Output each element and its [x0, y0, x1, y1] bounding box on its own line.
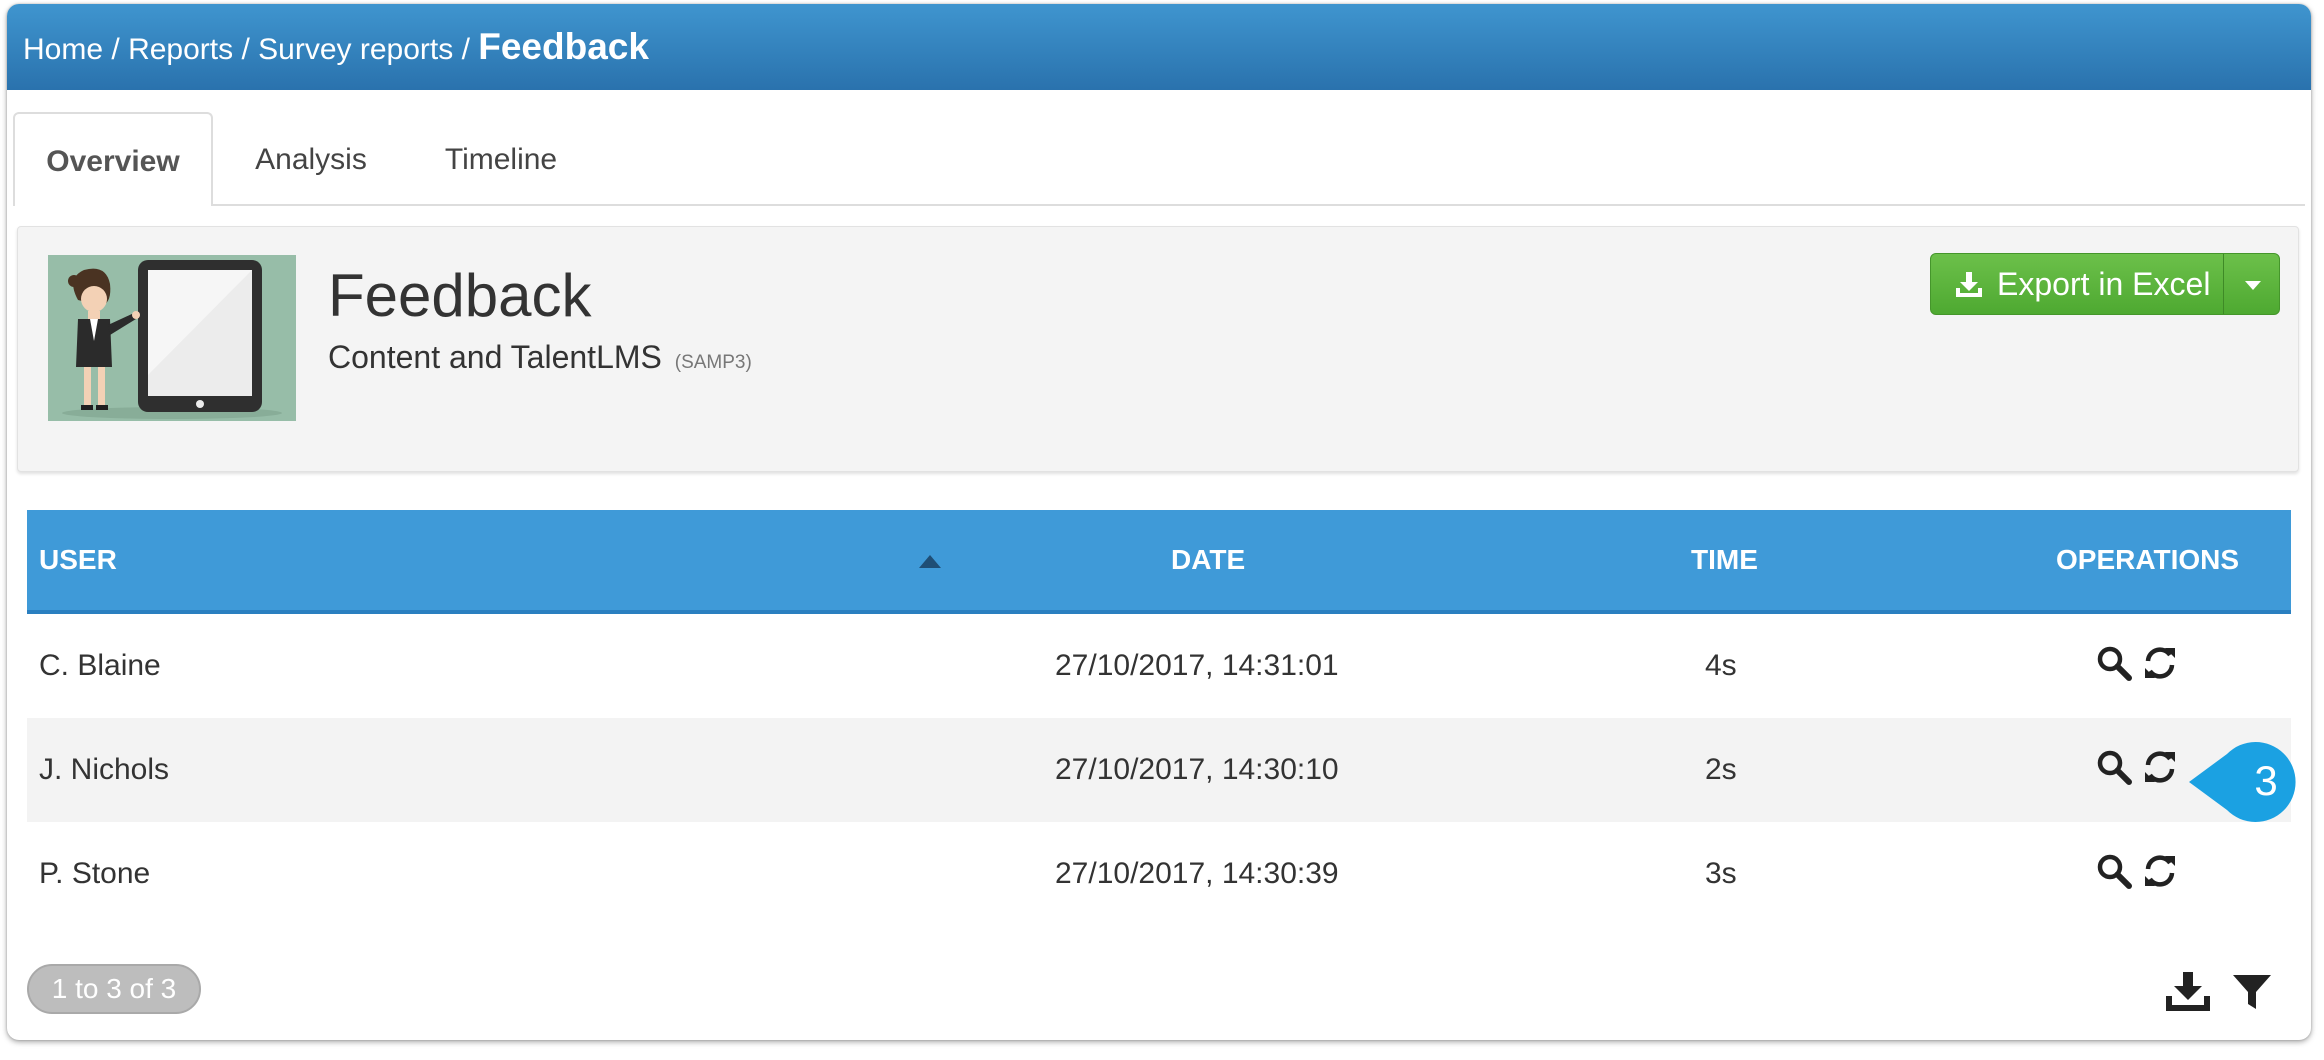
row-operations: [2095, 644, 2185, 688]
column-header-operations: OPERATIONS: [2056, 544, 2240, 575]
tab-timeline[interactable]: Timeline: [409, 112, 593, 202]
course-title: Feedback: [328, 262, 592, 329]
tab-bar: Overview Analysis Timeline: [13, 112, 2305, 206]
tab-analysis[interactable]: Analysis: [231, 112, 391, 202]
date-cell: 27/10/2017, 14:30:10: [1055, 753, 1339, 786]
search-icon[interactable]: [2095, 644, 2133, 682]
time-cell: 3s: [1705, 857, 1737, 890]
filter-icon[interactable]: [2231, 972, 2273, 1012]
course-subtitle: Content and TalentLMS (SAMP3): [328, 339, 752, 376]
column-header-date[interactable]: DATE: [1171, 510, 1245, 610]
search-icon[interactable]: [2095, 748, 2133, 786]
course-summary-panel: Feedback Content and TalentLMS (SAMP3) E…: [17, 226, 2299, 472]
tab-overview[interactable]: Overview: [13, 112, 213, 206]
breadcrumb-home[interactable]: Home: [23, 33, 103, 66]
survey-results-table: USER DATE TIME OPERATIONS C. Blaine 27/1…: [27, 510, 2291, 926]
report-window: Home / Reports / Survey reports / Feedba…: [7, 4, 2311, 1040]
user-cell[interactable]: C. Blaine: [39, 614, 161, 718]
breadcrumb-survey-reports[interactable]: Survey reports: [258, 33, 453, 66]
callout-number: 3: [2254, 757, 2277, 804]
row-operations: [2095, 748, 2185, 792]
reset-icon[interactable]: [2141, 644, 2179, 682]
pagination-info: 1 to 3 of 3: [27, 964, 201, 1014]
download-icon: [1956, 272, 1982, 297]
table-row: J. Nichols 27/10/2017, 14:30:10 2s: [27, 718, 2291, 822]
user-cell[interactable]: P. Stone: [39, 822, 150, 926]
table-row: P. Stone 27/10/2017, 14:30:39 3s: [27, 822, 2291, 926]
column-header-user[interactable]: USER: [39, 510, 117, 610]
reset-icon[interactable]: [2141, 852, 2179, 890]
breadcrumb-separator: /: [461, 33, 470, 66]
breadcrumb-reports[interactable]: Reports: [128, 33, 233, 66]
reset-icon[interactable]: [2141, 748, 2179, 786]
course-code: (SAMP3): [674, 352, 752, 373]
course-subtitle-text: Content and TalentLMS: [328, 339, 662, 375]
table-header: USER DATE TIME OPERATIONS: [27, 510, 2291, 614]
user-cell[interactable]: J. Nichols: [39, 718, 169, 822]
download-icon[interactable]: [2165, 970, 2211, 1012]
date-cell: 27/10/2017, 14:31:01: [1055, 649, 1339, 682]
step-callout: 3: [2189, 742, 2296, 822]
export-options-dropdown[interactable]: [2223, 254, 2280, 314]
time-cell: 2s: [1705, 753, 1737, 786]
time-cell: 4s: [1705, 649, 1737, 682]
table-row: C. Blaine 27/10/2017, 14:31:01 4s: [27, 614, 2291, 718]
breadcrumb-current: Feedback: [478, 26, 649, 67]
breadcrumb-separator: /: [111, 33, 120, 66]
breadcrumb: Home / Reports / Survey reports / Feedba…: [7, 4, 2311, 90]
course-thumbnail: [48, 255, 296, 421]
export-excel-button-group: Export in Excel: [1930, 253, 2280, 315]
column-header-time[interactable]: TIME: [1691, 510, 1758, 610]
row-operations: [2095, 852, 2185, 896]
caret-down-icon: [2245, 281, 2261, 290]
sort-asc-icon[interactable]: [919, 555, 941, 568]
search-icon[interactable]: [2095, 852, 2133, 890]
date-cell: 27/10/2017, 14:30:39: [1055, 857, 1339, 890]
breadcrumb-separator: /: [241, 33, 250, 66]
export-excel-label: Export in Excel: [1997, 266, 2211, 302]
export-excel-button[interactable]: Export in Excel: [1931, 254, 2223, 314]
